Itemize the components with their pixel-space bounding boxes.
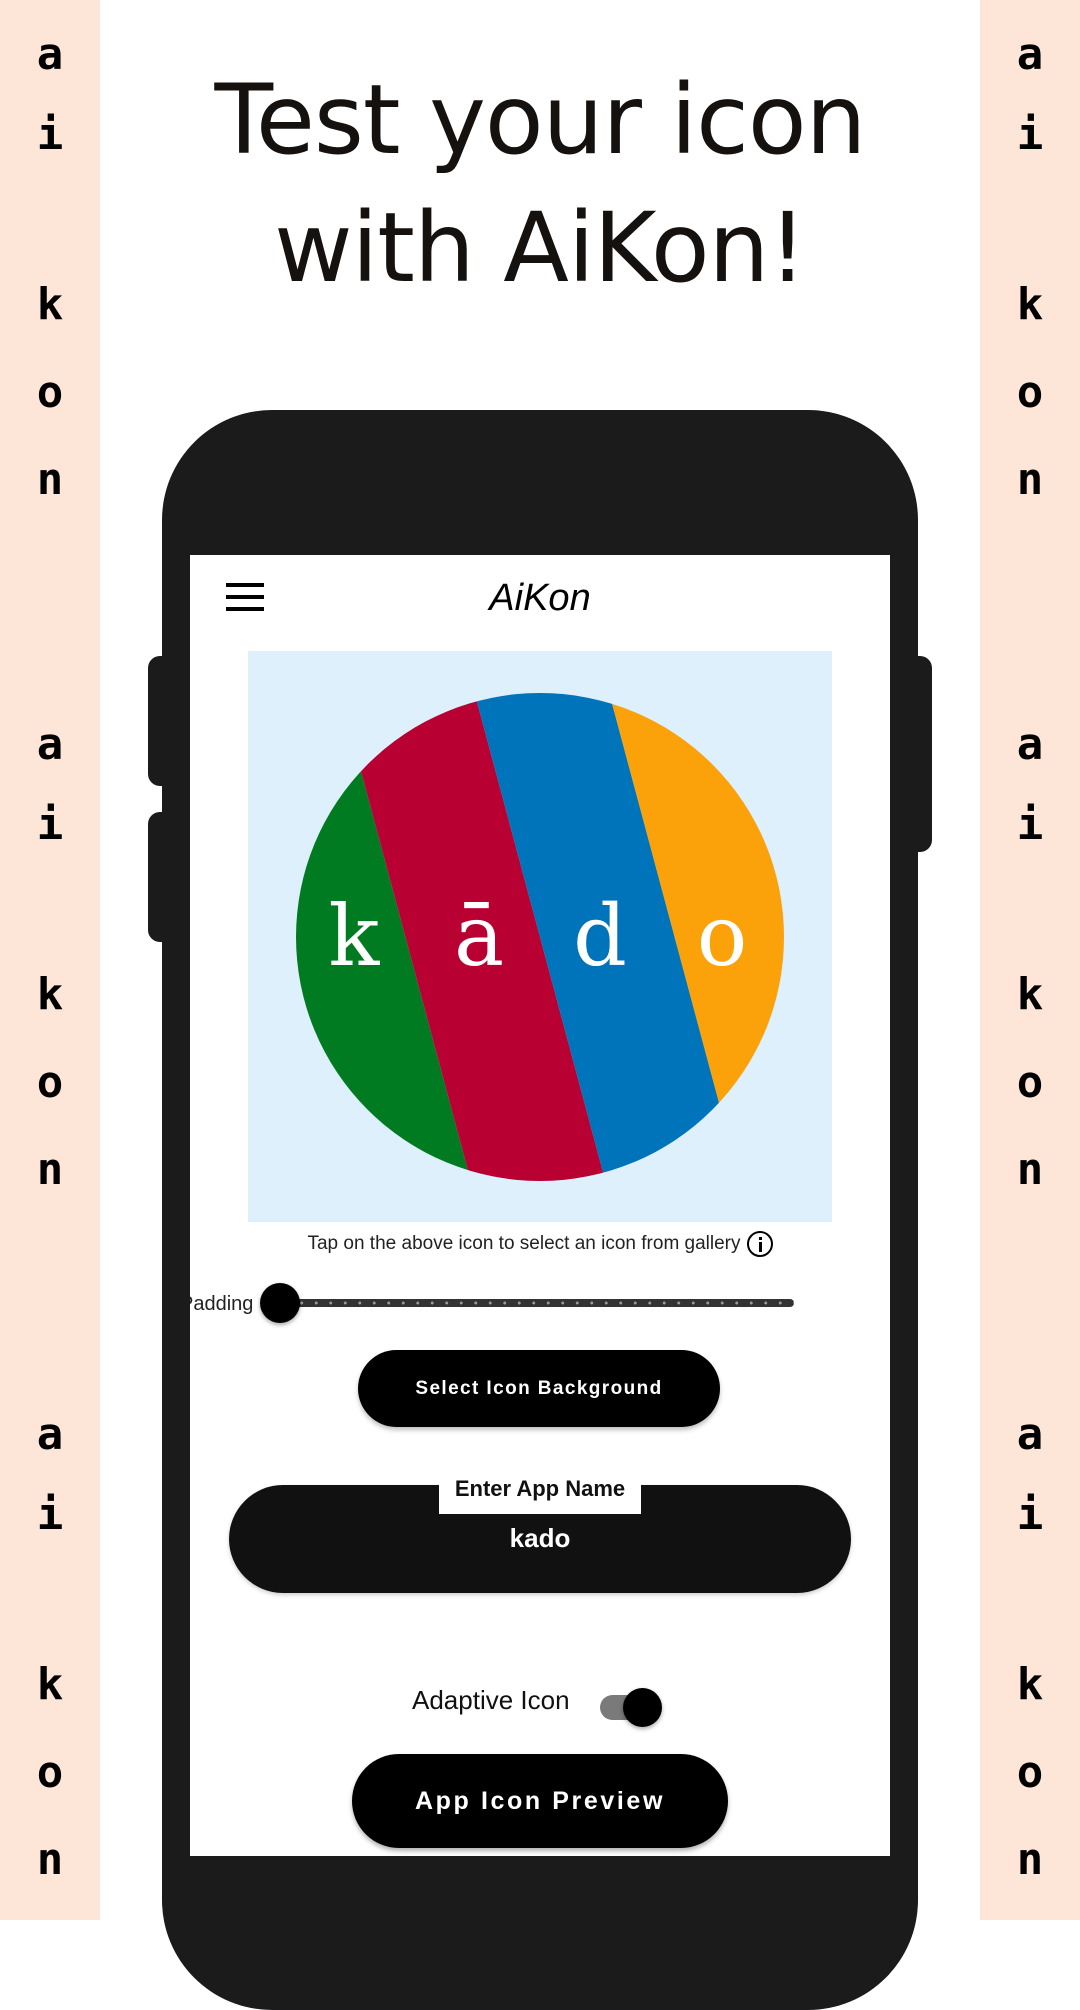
gallery-hint: Tap on the above icon to select an icon … [190,1231,890,1257]
app-screen: AiKon kādo Tap on the above icon to sele… [190,555,890,1856]
strip-letter-k: k [36,279,64,330]
icon-preview-selector[interactable]: kādo [248,651,832,1222]
strip-letter-i: i [1016,799,1044,850]
strip-letter-o: o [36,367,64,418]
app-icon-preview-button[interactable]: App Icon Preview [352,1754,728,1848]
strip-letter-a: a [1016,29,1044,80]
app-name-value[interactable]: kado [229,1523,851,1554]
strip-letter-n: n [1016,454,1044,505]
headline-line-2: with AiKon! [274,192,807,304]
icon-letter: ā [454,887,504,985]
strip-letter-n: n [36,454,64,505]
strip-letter-i: i [1016,109,1044,160]
strip-letter-a: a [36,29,64,80]
strip-letter-i: i [1016,1489,1044,1540]
strip-letter-a: a [1016,719,1044,770]
strip-letter-i: i [36,799,64,850]
icon-letter: o [697,887,748,985]
strip-letter-a: a [1016,1409,1044,1460]
strip-letter-o: o [1016,1747,1044,1798]
icon-letter: k [329,887,381,985]
left-decorative-strip: aikonaikonaikon [0,0,100,1920]
gallery-hint-text: Tap on the above icon to select an icon … [307,1233,741,1254]
strip-letter-k: k [1016,969,1044,1020]
padding-slider-track[interactable] [280,1299,794,1307]
phone-volume-up-button [148,656,178,786]
right-decorative-strip: aikonaikonaikon [980,0,1080,1920]
strip-letter-o: o [36,1747,64,1798]
strip-letter-i: i [36,1489,64,1540]
adaptive-icon-label: Adaptive Icon [412,1685,570,1715]
strip-letter-n: n [36,1834,64,1885]
app-title: AiKon [489,577,591,619]
app-name-label: Enter App Name [439,1473,641,1514]
phone-power-button [902,656,932,852]
promo-headline: Test your icon with AiKon! [100,56,980,312]
padding-slider-label: Padding [190,1293,254,1315]
strip-letter-o: o [1016,367,1044,418]
padding-slider-thumb[interactable] [260,1283,300,1323]
phone-volume-down-button [148,812,178,942]
strip-letter-k: k [1016,1659,1044,1710]
strip-letter-k: k [36,969,64,1020]
select-icon-background-button[interactable]: Select Icon Background [358,1350,720,1427]
strip-letter-n: n [1016,1834,1044,1885]
strip-letter-o: o [36,1057,64,1108]
icon-letter: d [573,887,627,985]
strip-letter-a: a [36,719,64,770]
strip-letter-k: k [36,1659,64,1710]
strip-letter-n: n [36,1144,64,1195]
strip-letter-o: o [1016,1057,1044,1108]
info-icon[interactable] [746,1231,773,1257]
adaptive-icon-toggle-thumb[interactable] [623,1688,662,1727]
slider-tick-marks [280,1301,794,1305]
strip-letter-i: i [36,109,64,160]
strip-letter-k: k [1016,279,1044,330]
app-icon-image: kādo [296,693,784,1181]
strip-letter-a: a [36,1409,64,1460]
strip-letter-n: n [1016,1144,1044,1195]
headline-line-1: Test your icon [214,64,867,176]
